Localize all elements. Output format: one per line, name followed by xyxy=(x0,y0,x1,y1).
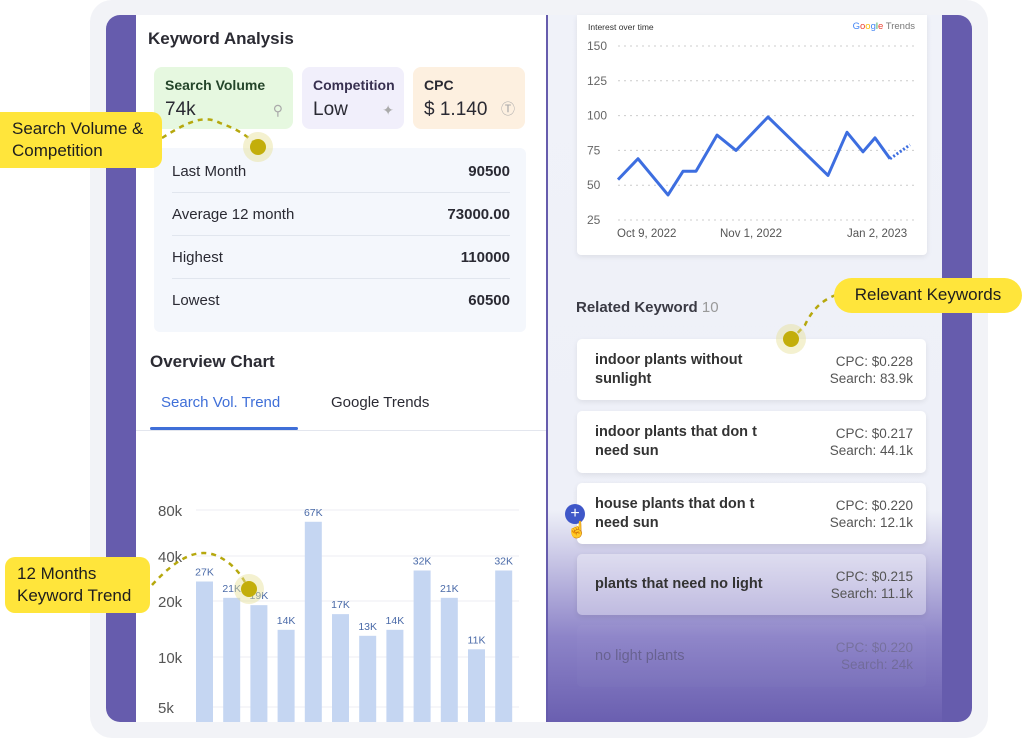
callout-search-volume: Search Volume & Competition xyxy=(0,112,162,168)
callout-keyword-trend: 12 Months Keyword Trend xyxy=(5,557,150,613)
callout-dot xyxy=(243,132,273,162)
callout-dot xyxy=(776,324,806,354)
callout-dot xyxy=(234,574,264,604)
callout-connectors xyxy=(151,118,837,589)
callout-relevant-keywords: Relevant Keywords xyxy=(834,278,1022,313)
